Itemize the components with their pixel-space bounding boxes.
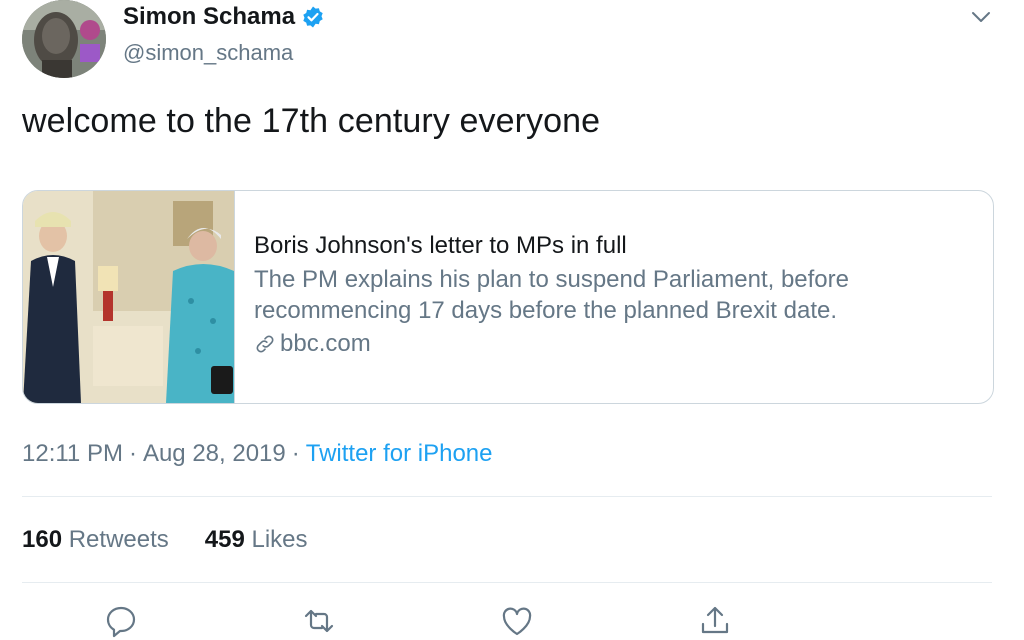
- card-description-line: recommencing 17 days before the planned …: [254, 297, 838, 324]
- retweets-count: 160: [22, 526, 63, 553]
- tweet-date[interactable]: Aug 28, 2019: [143, 440, 286, 467]
- retweet-icon[interactable]: [302, 604, 336, 638]
- like-icon[interactable]: [500, 604, 534, 638]
- tweet-text: welcome to the 17th century everyone: [22, 102, 601, 140]
- meta-separator: ·: [128, 440, 137, 467]
- author-row: Simon Schama: [123, 3, 325, 31]
- share-icon[interactable]: [698, 604, 732, 638]
- card-domain: bbc.com: [254, 330, 974, 358]
- author-name[interactable]: Simon Schama: [123, 3, 295, 31]
- meta-separator: ·: [291, 440, 300, 467]
- profile-photo: [22, 0, 106, 78]
- avatar[interactable]: [22, 0, 106, 78]
- divider: [22, 582, 992, 583]
- tweet-source[interactable]: Twitter for iPhone: [306, 440, 493, 467]
- chevron-down-icon[interactable]: [968, 4, 994, 30]
- retweets-label: Retweets: [68, 526, 169, 553]
- link-preview-card[interactable]: Boris Johnson's letter to MPs in full Th…: [22, 190, 994, 404]
- tweet-stats: 160 Retweets 459 Likes: [22, 526, 344, 554]
- card-photo: [23, 191, 234, 403]
- likes-count: 459: [204, 526, 245, 553]
- likes-label: Likes: [251, 526, 308, 553]
- card-description: The PM explains his plan to suspend Parl…: [254, 264, 974, 326]
- reply-icon[interactable]: [104, 604, 138, 638]
- author-handle[interactable]: @simon_schama: [123, 40, 293, 66]
- card-thumbnail: [23, 191, 235, 403]
- tweet-meta: 12:11 PM · Aug 28, 2019 · Twitter for iPhone: [22, 440, 493, 468]
- link-icon: [256, 335, 274, 353]
- verified-badge-icon: [303, 6, 323, 28]
- card-body: Boris Johnson's letter to MPs in full Th…: [254, 231, 974, 358]
- divider: [22, 496, 992, 497]
- likes-stat[interactable]: 459 Likes: [205, 526, 308, 554]
- card-domain-text: bbc.com: [280, 330, 371, 357]
- card-description-line: The PM explains his plan to suspend Parl…: [254, 266, 849, 293]
- retweets-stat[interactable]: 160 Retweets: [22, 526, 169, 554]
- tweet-time[interactable]: 12:11 PM: [22, 440, 123, 467]
- card-title: Boris Johnson's letter to MPs in full: [254, 232, 627, 259]
